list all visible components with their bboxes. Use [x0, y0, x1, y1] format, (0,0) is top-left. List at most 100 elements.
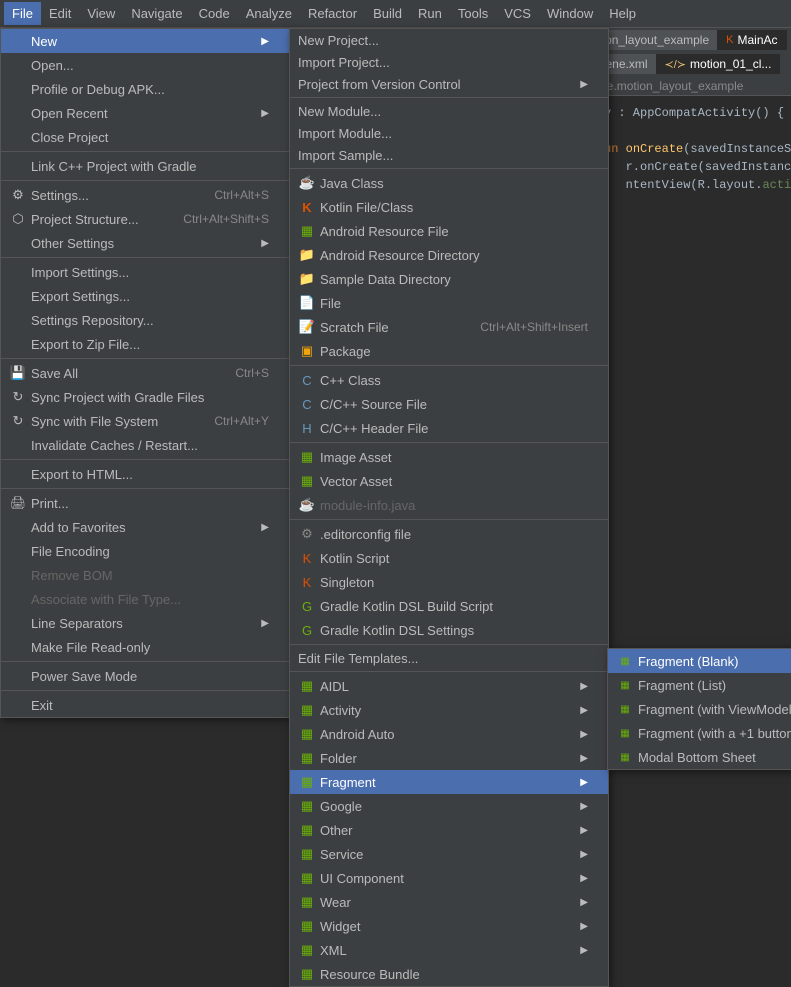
kotlin-file-icon: K [298, 198, 316, 216]
menu-help[interactable]: Help [601, 2, 644, 25]
vector-asset-icon: ▦ [298, 472, 316, 490]
new-activity[interactable]: ▦ Activity ▶ [290, 698, 608, 722]
android-auto-icon: ▦ [298, 725, 316, 743]
fragment-viewmodel[interactable]: ▦ Fragment (with ViewModel) [608, 697, 791, 721]
file-menu-exit[interactable]: Exit [1, 693, 289, 717]
file-menu-encoding[interactable]: File Encoding [1, 539, 289, 563]
new-editorconfig[interactable]: ⚙ .editorconfig file [290, 522, 608, 546]
other-settings-icon [9, 234, 27, 252]
menu-run[interactable]: Run [410, 2, 450, 25]
menu-build[interactable]: Build [365, 2, 410, 25]
file-menu-settings[interactable]: ⚙ Settings... Ctrl+Alt+S [1, 183, 289, 207]
import-project[interactable]: Import Project... [290, 51, 608, 73]
file-menu-export-html[interactable]: Export to HTML... [1, 462, 289, 486]
new-resource-bundle[interactable]: ▦ Resource Bundle [290, 962, 608, 986]
file-menu-export-zip[interactable]: Export to Zip File... [1, 332, 289, 356]
file-menu-power-save[interactable]: Power Save Mode [1, 664, 289, 688]
new-widget[interactable]: ▦ Widget ▶ [290, 914, 608, 938]
power-save-icon [9, 667, 27, 685]
menu-analyze[interactable]: Analyze [238, 2, 300, 25]
file-menu-settings-repo[interactable]: Settings Repository... [1, 308, 289, 332]
file-menu-sync-filesystem[interactable]: ↻ Sync with File System Ctrl+Alt+Y [1, 409, 289, 433]
new-cpp-header[interactable]: H C/C++ Header File [290, 416, 608, 440]
menu-edit[interactable]: Edit [41, 2, 79, 25]
editorconfig-icon: ⚙ [298, 525, 316, 543]
new-module[interactable]: New Module... [290, 100, 608, 122]
new-gradle-kotlin-build[interactable]: G Gradle Kotlin DSL Build Script [290, 594, 608, 618]
new-cpp-class[interactable]: C C++ Class [290, 368, 608, 392]
tab-motion01[interactable]: ≺/≻ motion_01_cl... [657, 54, 781, 74]
file-menu-export-settings[interactable]: Export Settings... [1, 284, 289, 308]
menu-window[interactable]: Window [539, 2, 601, 25]
sep5 [1, 459, 289, 460]
menu-file[interactable]: File [4, 2, 41, 25]
new-edit-file-templates[interactable]: Edit File Templates... [290, 647, 608, 669]
import-module[interactable]: Import Module... [290, 122, 608, 144]
file-menu-close-project[interactable]: Close Project [1, 125, 289, 149]
new-other[interactable]: ▦ Other ▶ [290, 818, 608, 842]
new-ui-component[interactable]: ▦ UI Component ▶ [290, 866, 608, 890]
new-aidl[interactable]: ▦ AIDL ▶ [290, 674, 608, 698]
new-android-auto[interactable]: ▦ Android Auto ▶ [290, 722, 608, 746]
file-menu-open[interactable]: Open... [1, 53, 289, 77]
menu-tools[interactable]: Tools [450, 2, 496, 25]
bom-icon [9, 566, 27, 584]
fragment-modal-bottom-sheet[interactable]: ▦ Modal Bottom Sheet [608, 745, 791, 769]
new-wear[interactable]: ▦ Wear ▶ [290, 890, 608, 914]
new-folder[interactable]: ▦ Folder ▶ [290, 746, 608, 770]
menu-code[interactable]: Code [191, 2, 238, 25]
new-cpp-source[interactable]: C C/C++ Source File [290, 392, 608, 416]
file-menu-sync-gradle[interactable]: ↻ Sync Project with Gradle Files [1, 385, 289, 409]
menu-refactor[interactable]: Refactor [300, 2, 365, 25]
file-menu-add-favorites[interactable]: Add to Favorites ▶ [1, 515, 289, 539]
file-menu-open-recent[interactable]: Open Recent ▶ [1, 101, 289, 125]
menu-view[interactable]: View [79, 2, 123, 25]
new-sample-data-dir[interactable]: 📁 Sample Data Directory [290, 267, 608, 291]
service-icon: ▦ [298, 845, 316, 863]
fragment-list[interactable]: ▦ Fragment (List) [608, 673, 791, 697]
new-package[interactable]: ▣ Package [290, 339, 608, 363]
file-menu-profile-apk[interactable]: Profile or Debug APK... [1, 77, 289, 101]
file-menu-make-readonly[interactable]: Make File Read-only [1, 635, 289, 659]
new-project[interactable]: New Project... [290, 29, 608, 51]
new-google[interactable]: ▦ Google ▶ [290, 794, 608, 818]
tab-mainac[interactable]: K MainAc [718, 30, 786, 50]
ui-component-icon: ▦ [298, 869, 316, 887]
file-menu-save-all[interactable]: 💾 Save All Ctrl+S [1, 361, 289, 385]
file-menu-line-separators[interactable]: Line Separators ▶ [1, 611, 289, 635]
fragment-blank[interactable]: ▦ Fragment (Blank) [608, 649, 791, 673]
file-menu-other-settings[interactable]: Other Settings ▶ [1, 231, 289, 255]
sync-gradle-icon: ↻ [9, 388, 27, 406]
project-from-vcs[interactable]: Project from Version Control ▶ [290, 73, 608, 95]
new-vector-asset[interactable]: ▦ Vector Asset [290, 469, 608, 493]
file-menu-project-structure[interactable]: ⬡ Project Structure... Ctrl+Alt+Shift+S [1, 207, 289, 231]
module-info-icon: ☕ [298, 496, 316, 514]
menu-vcs[interactable]: VCS [496, 2, 539, 25]
cpp-class-icon: C [298, 371, 316, 389]
fragment-plus1[interactable]: ▦ Fragment (with a +1 button) [608, 721, 791, 745]
menu-navigate[interactable]: Navigate [123, 2, 190, 25]
import-sample[interactable]: Import Sample... [290, 144, 608, 166]
file-menu-invalidate-caches[interactable]: Invalidate Caches / Restart... [1, 433, 289, 457]
new-fragment[interactable]: ▦ Fragment ▶ [290, 770, 608, 794]
image-asset-icon: ▦ [298, 448, 316, 466]
file-menu-print[interactable]: 🖨 Print... [1, 491, 289, 515]
new-file[interactable]: 📄 File [290, 291, 608, 315]
new-scratch-file[interactable]: 📝 Scratch File Ctrl+Alt+Shift+Insert [290, 315, 608, 339]
file-menu-import-settings[interactable]: Import Settings... [1, 260, 289, 284]
new-android-resource-dir[interactable]: 📁 Android Resource Directory [290, 243, 608, 267]
file-menu-link-cpp[interactable]: Link C++ Project with Gradle [1, 154, 289, 178]
new-singleton[interactable]: K Singleton [290, 570, 608, 594]
new-sep6 [290, 644, 608, 645]
new-gradle-kotlin-settings[interactable]: G Gradle Kotlin DSL Settings [290, 618, 608, 642]
new-kotlin-file[interactable]: K Kotlin File/Class [290, 195, 608, 219]
new-java-class[interactable]: ☕ Java Class [290, 171, 608, 195]
new-image-asset[interactable]: ▦ Image Asset [290, 445, 608, 469]
new-kotlin-script[interactable]: K Kotlin Script [290, 546, 608, 570]
new-service[interactable]: ▦ Service ▶ [290, 842, 608, 866]
encoding-icon [9, 542, 27, 560]
new-xml[interactable]: ▦ XML ▶ [290, 938, 608, 962]
new-sep5 [290, 519, 608, 520]
new-android-resource-file[interactable]: ▦ Android Resource File [290, 219, 608, 243]
file-menu-new[interactable]: New ▶ [1, 29, 289, 53]
